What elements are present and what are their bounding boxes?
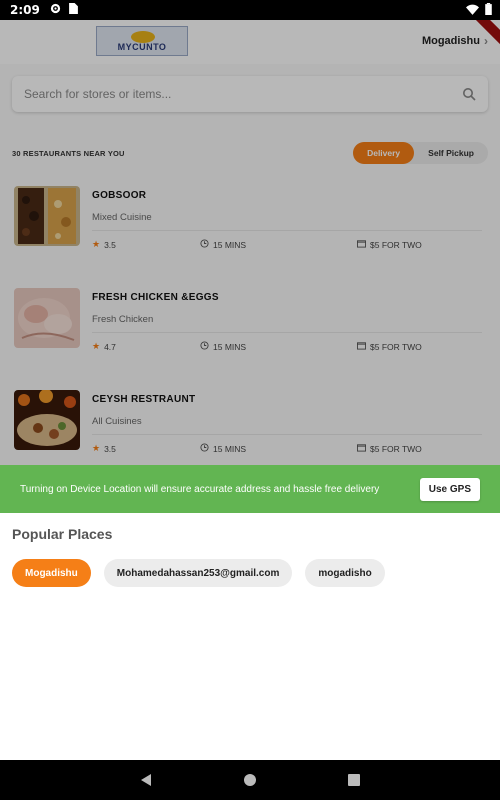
popular-places-title: Popular Places [12,526,113,542]
popular-places-chips: Mogadishu Mohamedahassan253@gmail.com mo… [12,559,385,587]
wifi-icon [466,4,479,18]
place-chip[interactable]: Mogadishu [12,559,91,587]
settings-icon [50,3,61,17]
recents-icon[interactable] [347,773,361,787]
gps-message: Turning on Device Location will ensure a… [20,483,380,495]
system-nav-bar [0,760,500,800]
gps-banner: Turning on Device Location will ensure a… [0,465,500,513]
place-chip[interactable]: mogadisho [305,559,385,587]
status-time: 2:09 [10,3,40,17]
back-icon[interactable] [139,773,153,787]
battery-icon [485,3,492,18]
sim-card-icon [68,3,78,17]
modal-scrim[interactable] [0,20,500,465]
app-screen: MYCUNTO Mogadishu › 30 RESTAURANTS NEAR … [0,20,500,760]
home-icon[interactable] [243,773,257,787]
use-gps-button[interactable]: Use GPS [419,477,480,501]
place-chip[interactable]: Mohamedahassan253@gmail.com [103,559,293,587]
popular-places-sheet: Popular Places Mogadishu Mohamedahassan2… [0,513,500,760]
status-bar: 2:09 [0,0,500,20]
